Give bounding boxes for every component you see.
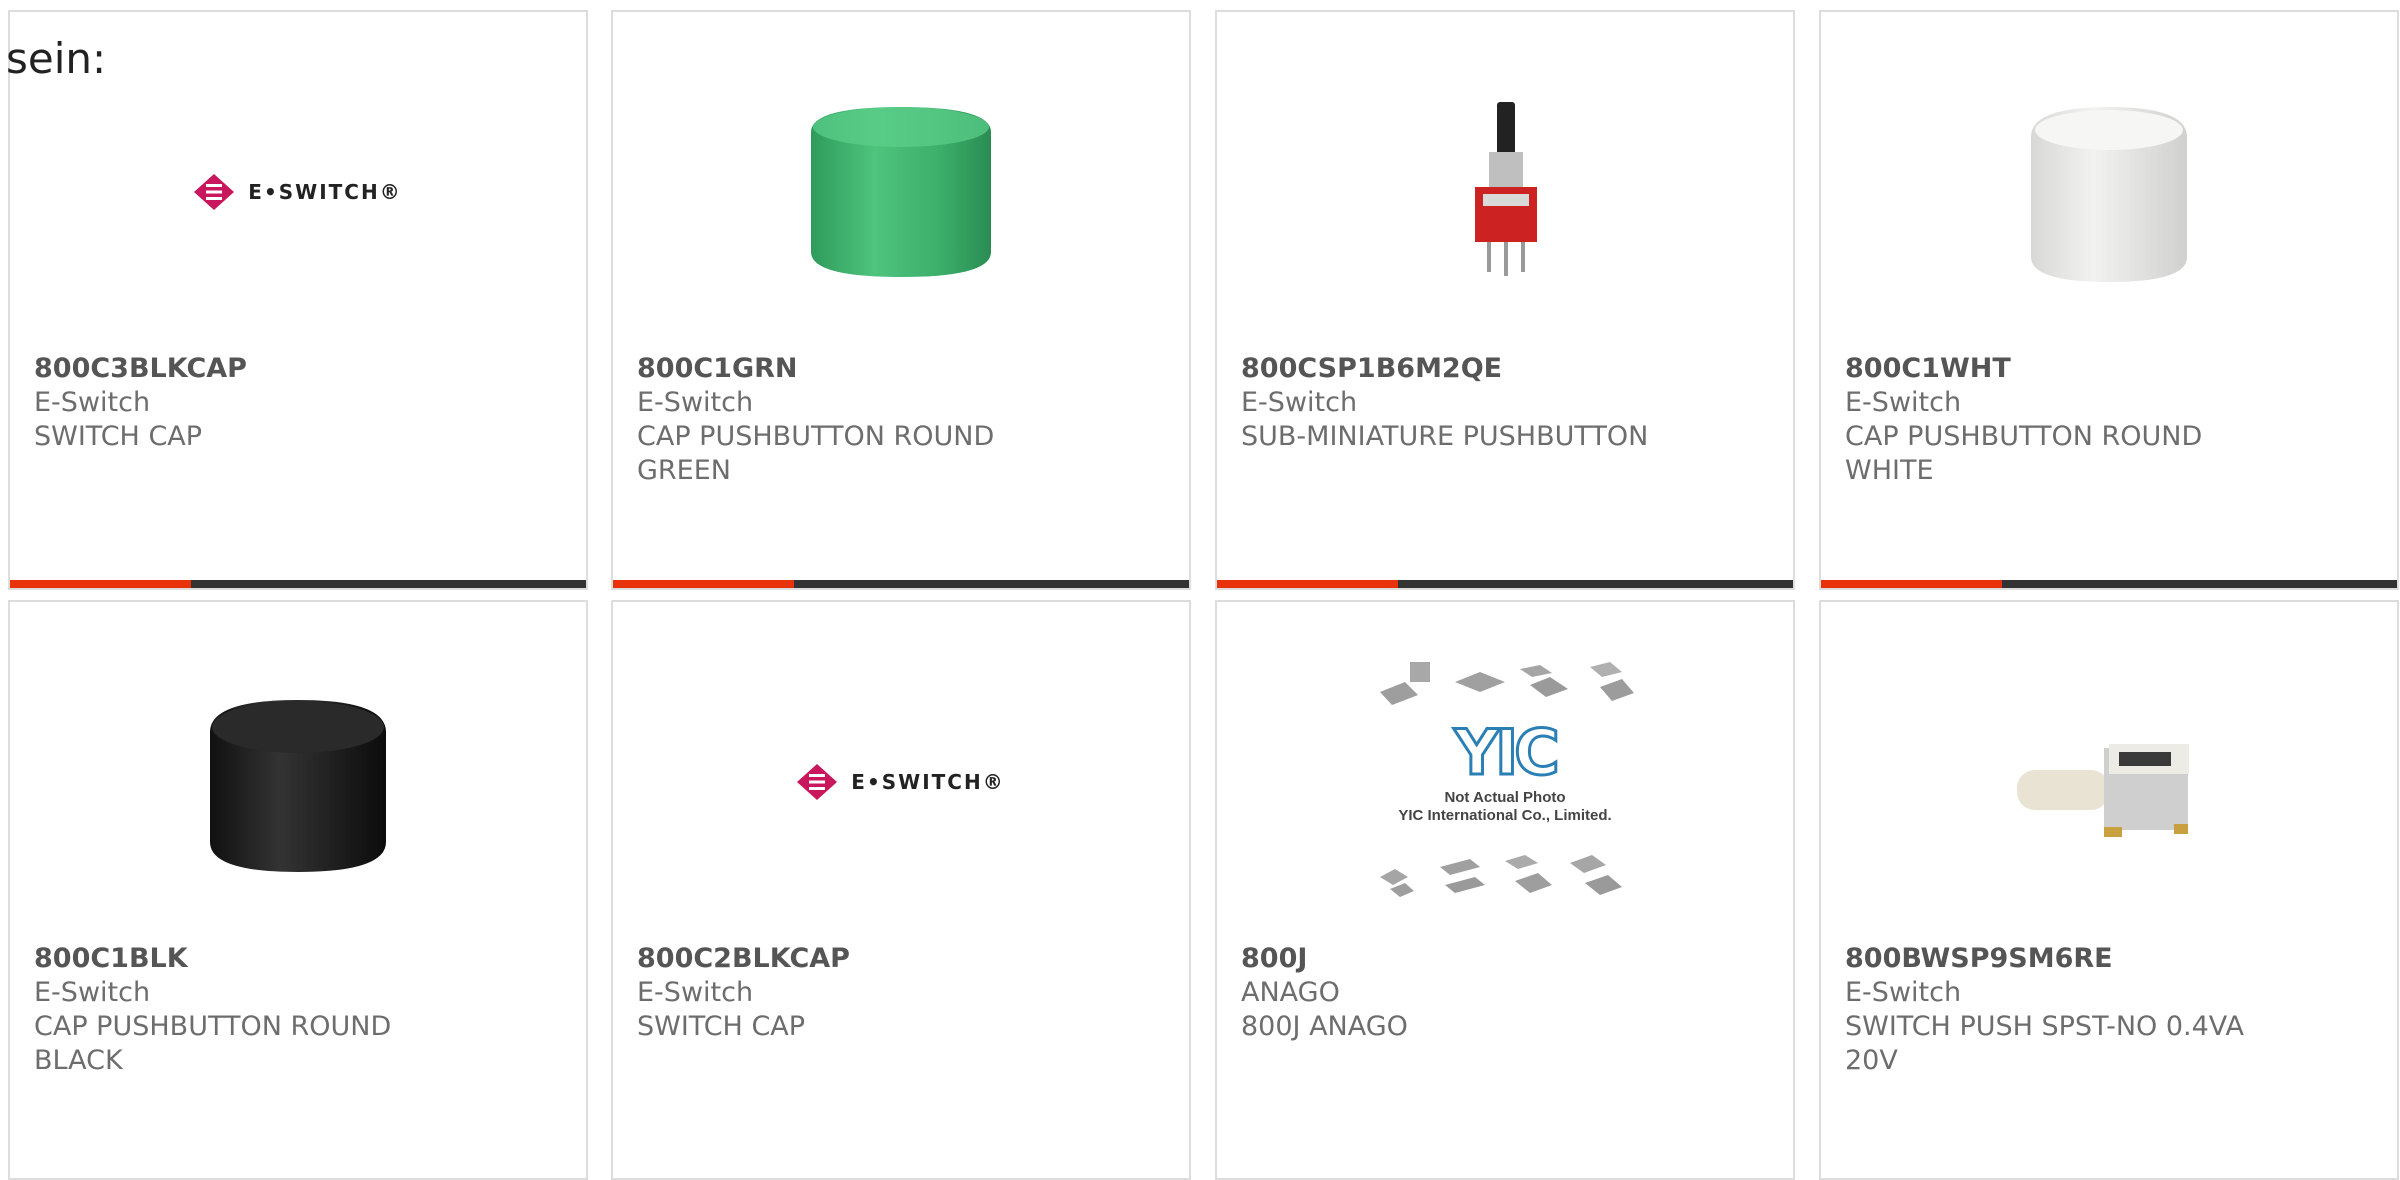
product-card-800j[interactable]: YIC Not Actual Photo YIC International C… — [1215, 600, 1795, 1180]
product-card-800c1grn[interactable]: 800C1GRN E-Switch CAP PUSHBUTTON ROUND G… — [611, 10, 1191, 590]
card-accent-bar — [10, 580, 586, 588]
eswitch-logo-icon — [797, 764, 838, 800]
product-card-800bwsp9sm6re[interactable]: 800BWSP9SM6RE E-Switch SWITCH PUSH SPST-… — [1819, 600, 2399, 1180]
product-image — [613, 82, 1189, 302]
product-card-800c2blkcap[interactable]: E•SWITCH® 800C2BLKCAP E-Switch SWITCH CA… — [611, 600, 1191, 1180]
description: 800J ANAGO — [1241, 1011, 1408, 1042]
manufacturer: E-Switch — [637, 977, 754, 1008]
green-round-cap-image — [811, 107, 991, 277]
part-number[interactable]: 800C3BLKCAP — [34, 352, 562, 386]
yic-caption-line-1: Not Actual Photo — [1444, 789, 1566, 806]
description: CAP PUSHBUTTON ROUND GREEN — [637, 421, 995, 486]
page-partial-label: sein: — [6, 34, 107, 83]
yic-logo: YIC — [1453, 715, 1561, 790]
manufacturer: E-Switch — [1241, 387, 1358, 418]
description: SWITCH PUSH SPST-NO 0.4VA 20V — [1845, 1011, 2245, 1076]
manufacturer: E-Switch — [637, 387, 754, 418]
product-image: E•SWITCH® — [10, 82, 586, 302]
product-image — [1821, 672, 2397, 892]
description: SUB-MINIATURE PUSHBUTTON — [1241, 421, 1649, 452]
manufacturer: E-Switch — [1845, 977, 1962, 1008]
manufacturer: E-Switch — [34, 387, 151, 418]
product-image — [1821, 82, 2397, 302]
card-accent-bar — [1217, 580, 1793, 588]
manufacturer: E-Switch — [34, 977, 151, 1008]
eswitch-logo: E•SWITCH® — [797, 764, 1004, 800]
product-image — [1217, 82, 1793, 302]
description: SWITCH CAP — [34, 421, 203, 452]
manufacturer: E-Switch — [1845, 387, 1962, 418]
description: CAP PUSHBUTTON ROUND BLACK — [34, 1011, 392, 1076]
part-number[interactable]: 800J — [1241, 942, 1769, 976]
part-number[interactable]: 800C1GRN — [637, 352, 1165, 386]
eswitch-logo: E•SWITCH® — [194, 174, 401, 210]
description: CAP PUSHBUTTON ROUND WHITE — [1845, 421, 2203, 486]
black-round-cap-image — [210, 700, 386, 872]
part-number[interactable]: 800C1WHT — [1845, 352, 2373, 386]
card-accent-bar — [613, 580, 1189, 588]
yic-caption-line-2: YIC International Co., Limited. — [1398, 807, 1612, 824]
chip-icons-bottom — [1380, 855, 1622, 897]
product-image: YIC Not Actual Photo YIC International C… — [1217, 662, 1793, 897]
yic-placeholder-image: YIC Not Actual Photo YIC International C… — [1370, 657, 1640, 907]
part-number[interactable]: 800BWSP9SM6RE — [1845, 942, 2373, 976]
chip-icons-top — [1380, 662, 1634, 705]
part-number[interactable]: 800C1BLK — [34, 942, 562, 976]
product-image: E•SWITCH® — [613, 672, 1189, 892]
part-number[interactable]: 800C2BLKCAP — [637, 942, 1165, 976]
eswitch-logo-text: E•SWITCH® — [248, 180, 402, 204]
red-pushbutton-switch-image — [1475, 102, 1537, 276]
pushbutton-switch-body-image — [2017, 744, 2189, 837]
product-image — [10, 672, 586, 892]
manufacturer: ANAGO — [1241, 977, 1340, 1008]
part-number[interactable]: 800CSP1B6M2QE — [1241, 352, 1769, 386]
product-card-800c3blkcap[interactable]: E•SWITCH® 800C3BLKCAP E-Switch SWITCH CA… — [8, 10, 588, 590]
product-card-800c1wht[interactable]: 800C1WHT E-Switch CAP PUSHBUTTON ROUND W… — [1819, 10, 2399, 590]
product-card-800csp1b6m2qe[interactable]: 800CSP1B6M2QE E-Switch SUB-MINIATURE PUS… — [1215, 10, 1795, 590]
eswitch-logo-icon — [194, 174, 235, 210]
description: SWITCH CAP — [637, 1011, 806, 1042]
product-card-800c1blk[interactable]: 800C1BLK E-Switch CAP PUSHBUTTON ROUND B… — [8, 600, 588, 1180]
white-round-cap-image — [2031, 107, 2187, 282]
eswitch-logo-text: E•SWITCH® — [851, 770, 1005, 794]
card-accent-bar — [1821, 580, 2397, 588]
